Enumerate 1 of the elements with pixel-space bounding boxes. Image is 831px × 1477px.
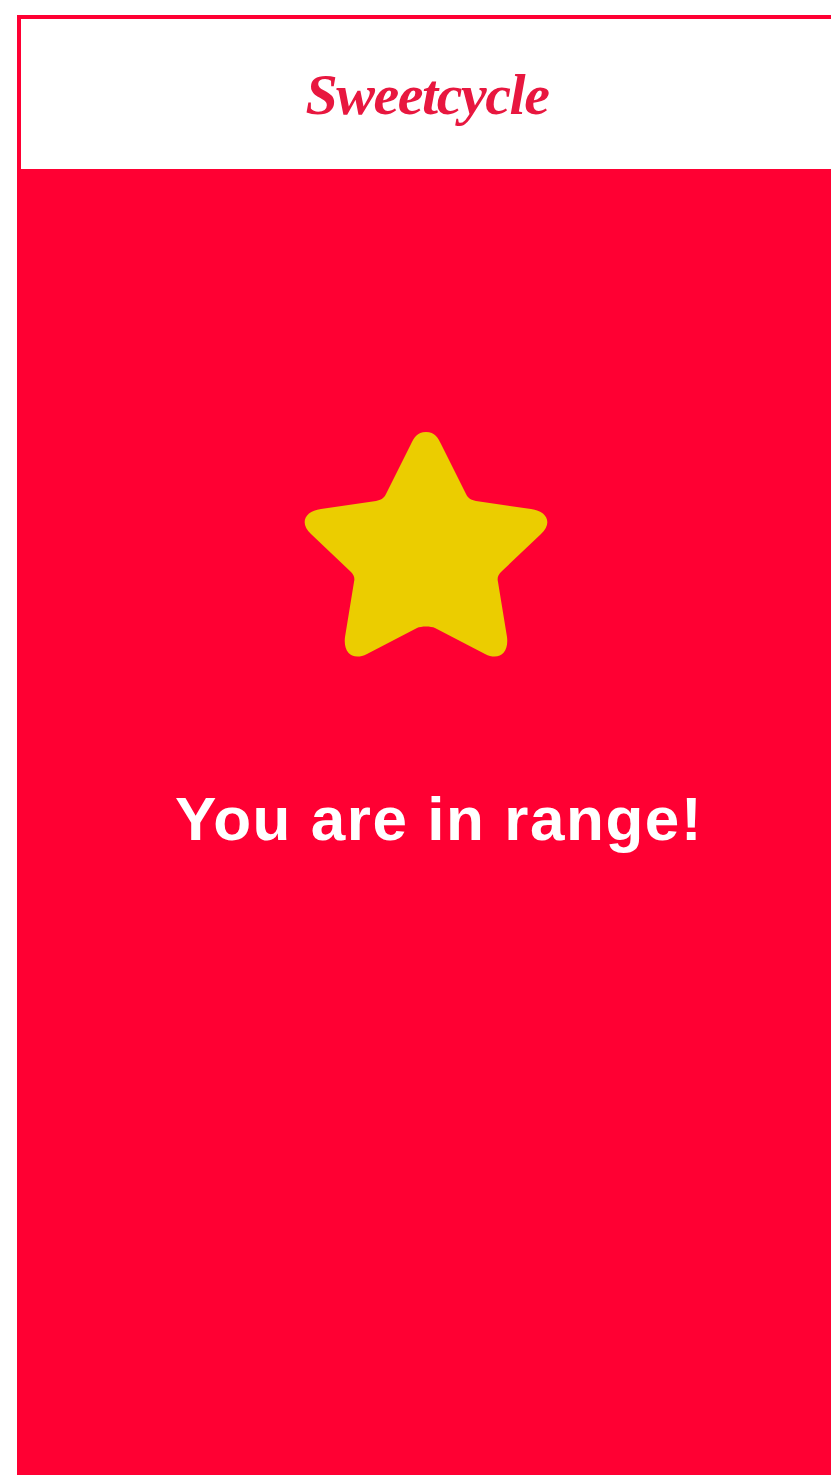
app-title: Sweetcycle (305, 60, 549, 129)
